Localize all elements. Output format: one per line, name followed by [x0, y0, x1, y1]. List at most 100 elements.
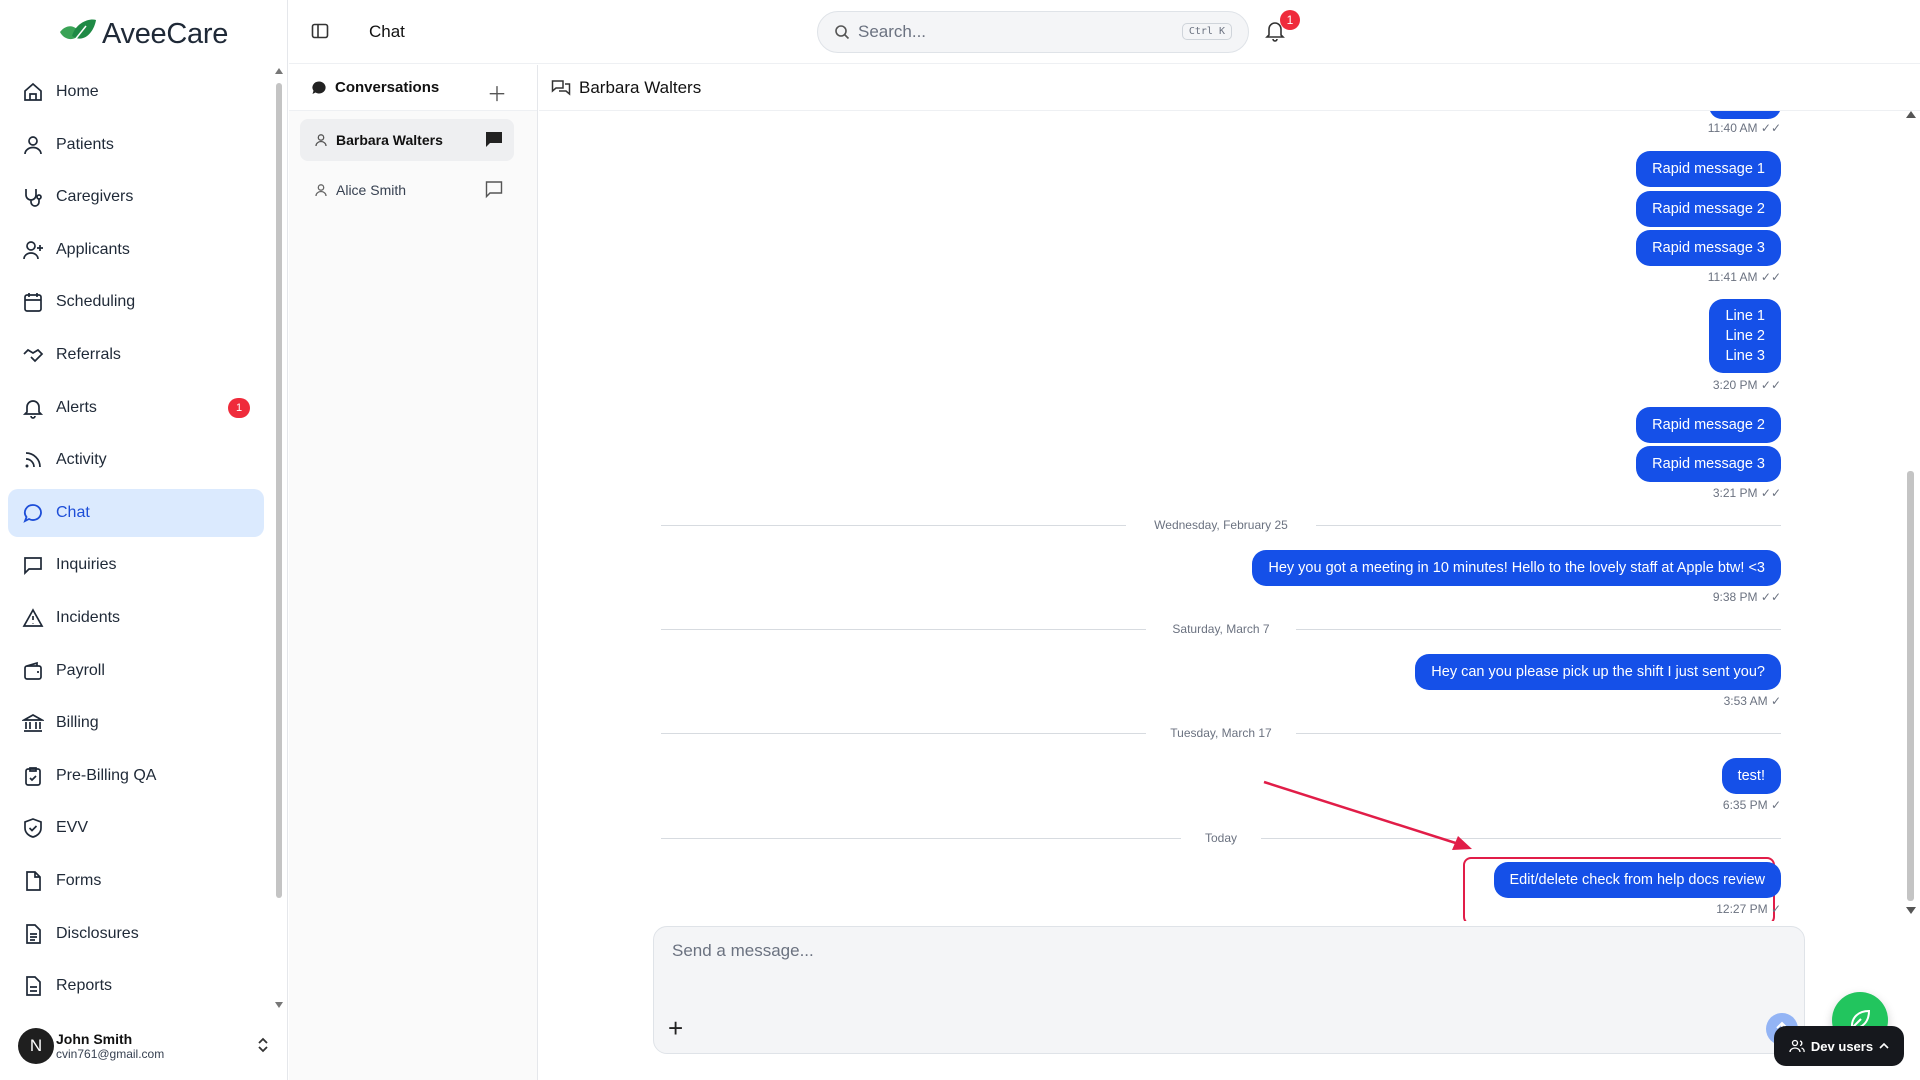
- dev-users-button[interactable]: Dev users: [1774, 1026, 1904, 1066]
- wallet-icon: [22, 660, 44, 682]
- home-icon: [22, 81, 44, 103]
- user-icon: [315, 184, 327, 197]
- sidebar-nav: Home Patients Caregivers Applicants Scheduli…: [8, 68, 264, 1015]
- sidebar-item-inquiries[interactable]: Inquiries: [8, 541, 264, 589]
- message-scrollbar[interactable]: [1904, 111, 1918, 921]
- message-square-icon: [485, 181, 503, 199]
- message-bubble[interactable]: Rapid message 2: [1636, 407, 1781, 443]
- conversations-panel: Conversations ＋ Barbara Walters Alice Sm…: [289, 65, 538, 1080]
- scroll-up-icon[interactable]: [275, 68, 283, 74]
- sidebar-item-reports[interactable]: Reports: [8, 962, 264, 1010]
- sidebar-item-alerts[interactable]: Alerts 1: [8, 384, 264, 432]
- leaf-logo-icon: [60, 19, 96, 47]
- message-circle-filled-icon: [312, 80, 326, 94]
- sidebar-item-incidents[interactable]: Incidents: [8, 594, 264, 642]
- annotation-arrow-icon: [1263, 780, 1472, 850]
- conversation-item-alice-smith[interactable]: Alice Smith: [300, 169, 514, 211]
- attach-button[interactable]: +: [668, 1013, 683, 1044]
- sidebar-item-pre-billing-qa[interactable]: Pre-Billing QA: [8, 752, 264, 800]
- avatar: N: [18, 1028, 54, 1064]
- message-scroll-thumb[interactable]: [1907, 471, 1914, 901]
- user-plus-icon: [22, 239, 44, 261]
- message-bubble-highlighted[interactable]: Edit/delete check from help docs review: [1493, 862, 1781, 898]
- sidebar-item-caregivers[interactable]: Caregivers: [8, 173, 264, 221]
- conversation-item-barbara-walters[interactable]: Barbara Walters: [300, 119, 514, 161]
- messages-icon: [551, 79, 571, 96]
- message-timestamp: 11:40 AM ✓✓: [1707, 121, 1781, 135]
- chat-contact-name: Barbara Walters: [579, 77, 702, 97]
- sidebar-toggle-icon[interactable]: [311, 22, 329, 40]
- message-bubble-partial[interactable]: [1709, 111, 1781, 119]
- sidebar-item-label: Alerts: [56, 398, 97, 416]
- sidebar-item-billing[interactable]: Billing: [8, 699, 264, 747]
- new-conversation-button[interactable]: ＋: [487, 78, 507, 107]
- shield-check-icon: [22, 817, 44, 839]
- sidebar-item-label: Billing: [56, 714, 99, 732]
- sidebar-item-applicants[interactable]: Applicants: [8, 226, 264, 274]
- sidebar-item-label: Payroll: [56, 661, 105, 679]
- message-timestamp: 6:35 PM ✓: [1722, 798, 1781, 812]
- sidebar-item-chat[interactable]: Chat: [8, 488, 264, 537]
- sidebar-item-label: Applicants: [56, 240, 130, 258]
- search-shortcut: Ctrl K: [1181, 23, 1232, 40]
- sidebar-scroll-thumb[interactable]: [276, 83, 282, 898]
- conversation-name: Alice Smith: [336, 182, 407, 198]
- user-email: cvin761@gmail.com: [56, 1047, 165, 1061]
- chevron-up-icon: [1879, 1042, 1889, 1049]
- scroll-down-icon[interactable]: [1906, 907, 1916, 914]
- sidebar-item-activity[interactable]: Activity: [8, 436, 264, 484]
- sidebar: AveeCare Home Patients Caregivers Applicant…: [0, 0, 288, 1080]
- users-icon: [1789, 1039, 1805, 1053]
- sidebar-item-patients[interactable]: Patients: [8, 121, 264, 169]
- user-menu[interactable]: N John Smith cvin761@gmail.com: [18, 1020, 278, 1072]
- message-bubble[interactable]: Rapid message 3: [1636, 230, 1781, 266]
- message-bubble[interactable]: Hey you got a meeting in 10 minutes! Hel…: [1252, 550, 1781, 586]
- message-timestamp: 3:20 PM ✓✓: [1712, 378, 1781, 392]
- user-name: John Smith: [56, 1031, 133, 1047]
- sidebar-item-home[interactable]: Home: [8, 68, 264, 116]
- sidebar-item-disclosures[interactable]: Disclosures: [8, 910, 264, 958]
- page-title: Chat: [369, 22, 405, 41]
- message-list[interactable]: 11:40 AM ✓✓ Rapid message 1 Rapid messag…: [539, 111, 1905, 921]
- search-input[interactable]: [858, 22, 1158, 42]
- message-bubble[interactable]: Rapid message 2: [1636, 191, 1781, 227]
- message-bubble[interactable]: test!: [1721, 758, 1781, 794]
- bell-icon: [22, 397, 44, 419]
- alerts-badge: 1: [228, 397, 250, 418]
- sidebar-item-evv[interactable]: EVV: [8, 804, 264, 852]
- sidebar-item-referrals[interactable]: Referrals: [8, 331, 264, 379]
- message-circle-icon: [22, 502, 44, 524]
- date-separator: Today: [661, 831, 1781, 845]
- sidebar-item-payroll[interactable]: Payroll: [8, 647, 264, 695]
- scroll-up-icon[interactable]: [1906, 111, 1916, 118]
- dev-users-label: Dev users: [1810, 1038, 1874, 1054]
- date-separator: Wednesday, February 25: [661, 518, 1781, 532]
- sidebar-item-forms[interactable]: Forms: [8, 857, 264, 905]
- calendar-icon: [22, 291, 44, 313]
- sidebar-item-label: Scheduling: [56, 293, 136, 311]
- message-bubble[interactable]: Rapid message 1: [1636, 151, 1781, 187]
- conversations-title: Conversations: [335, 79, 440, 96]
- message-bubble[interactable]: Hey can you please pick up the shift I j…: [1415, 654, 1781, 690]
- message-bubble-multiline[interactable]: Line 1 Line 2 Line 3: [1709, 299, 1781, 373]
- file-icon: [22, 870, 44, 892]
- search-bar[interactable]: Ctrl K: [817, 11, 1249, 53]
- sidebar-item-label: Forms: [56, 871, 102, 889]
- date-separator: Tuesday, March 17: [661, 726, 1781, 740]
- sidebar-item-label: Activity: [56, 451, 107, 469]
- sidebar-item-label: Pre-Billing QA: [56, 766, 157, 784]
- message-composer: +: [653, 926, 1805, 1054]
- logo[interactable]: AveeCare: [56, 14, 228, 54]
- message-input[interactable]: [672, 941, 1772, 981]
- chat-header: Barbara Walters: [539, 65, 1920, 111]
- chevrons-up-down-icon[interactable]: [256, 1036, 270, 1054]
- clipboard-check-icon: [22, 765, 44, 787]
- sidebar-scrollbar[interactable]: [275, 68, 283, 1008]
- conversation-name: Barbara Walters: [336, 132, 443, 148]
- message-bubble[interactable]: Rapid message 3: [1636, 446, 1781, 482]
- message-square-icon: [22, 554, 44, 576]
- search-icon: [835, 25, 850, 40]
- scroll-down-icon[interactable]: [275, 1002, 283, 1008]
- sidebar-item-label: Chat: [56, 503, 90, 521]
- sidebar-item-scheduling[interactable]: Scheduling: [8, 278, 264, 326]
